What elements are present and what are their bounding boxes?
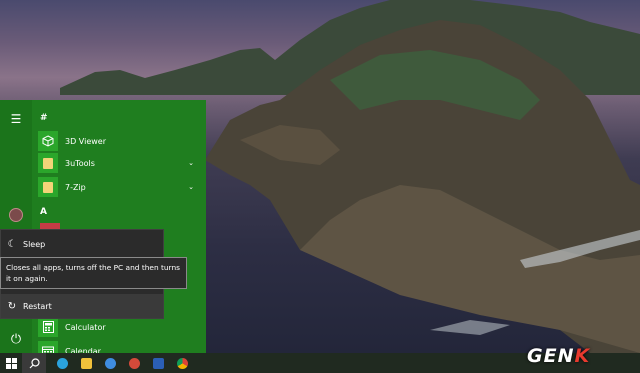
edge-icon[interactable] — [98, 353, 122, 373]
chevron-down-icon[interactable]: ⌄ — [188, 159, 194, 167]
chrome-icon[interactable] — [170, 353, 194, 373]
avatar[interactable] — [0, 204, 32, 226]
telegram-icon[interactable] — [50, 353, 74, 373]
restart-icon: ↻ — [7, 300, 17, 312]
app-item-calculator[interactable]: Calculator — [38, 316, 198, 338]
chevron-down-icon[interactable]: ⌄ — [188, 183, 194, 191]
app-label: 3D Viewer — [65, 136, 106, 146]
windows-start-icon[interactable] — [0, 353, 22, 373]
app-item-3d-viewer[interactable]: 3D Viewer — [38, 130, 198, 152]
sleep-label: Sleep — [23, 239, 46, 249]
watermark-main: GEN — [527, 345, 575, 367]
search-icon[interactable] — [22, 353, 46, 373]
restart-label: Restart — [23, 301, 52, 311]
app-label: 3uTools — [65, 158, 95, 168]
calculator-icon — [38, 317, 58, 337]
explorer-icon[interactable] — [74, 353, 98, 373]
app-item-7zip[interactable]: 7-Zip ⌄ — [38, 176, 198, 198]
app-label: 7-Zip — [65, 182, 86, 192]
folder-icon — [38, 177, 58, 197]
restart-option[interactable]: ↻ Restart — [1, 294, 163, 318]
app-label: Calculator — [65, 322, 106, 332]
cube-icon — [38, 131, 58, 151]
watermark-logo: GENK — [527, 345, 590, 367]
folder-icon — [38, 153, 58, 173]
app-item-3utools[interactable]: 3uTools ⌄ — [38, 152, 198, 174]
app-icon[interactable] — [122, 353, 146, 373]
restart-tooltip: Closes all apps, turns off the PC and th… — [0, 257, 187, 289]
power-icon[interactable]: ⏻ — [0, 328, 32, 350]
section-header-hash[interactable]: # — [40, 113, 48, 123]
moon-icon: ☾ — [7, 238, 17, 250]
sleep-option[interactable]: ☾ Sleep — [1, 232, 163, 256]
section-header-a[interactable]: A — [40, 207, 47, 217]
hamburger-icon[interactable]: ☰ — [0, 108, 32, 130]
word-icon[interactable] — [146, 353, 170, 373]
watermark-accent: K — [574, 345, 591, 367]
